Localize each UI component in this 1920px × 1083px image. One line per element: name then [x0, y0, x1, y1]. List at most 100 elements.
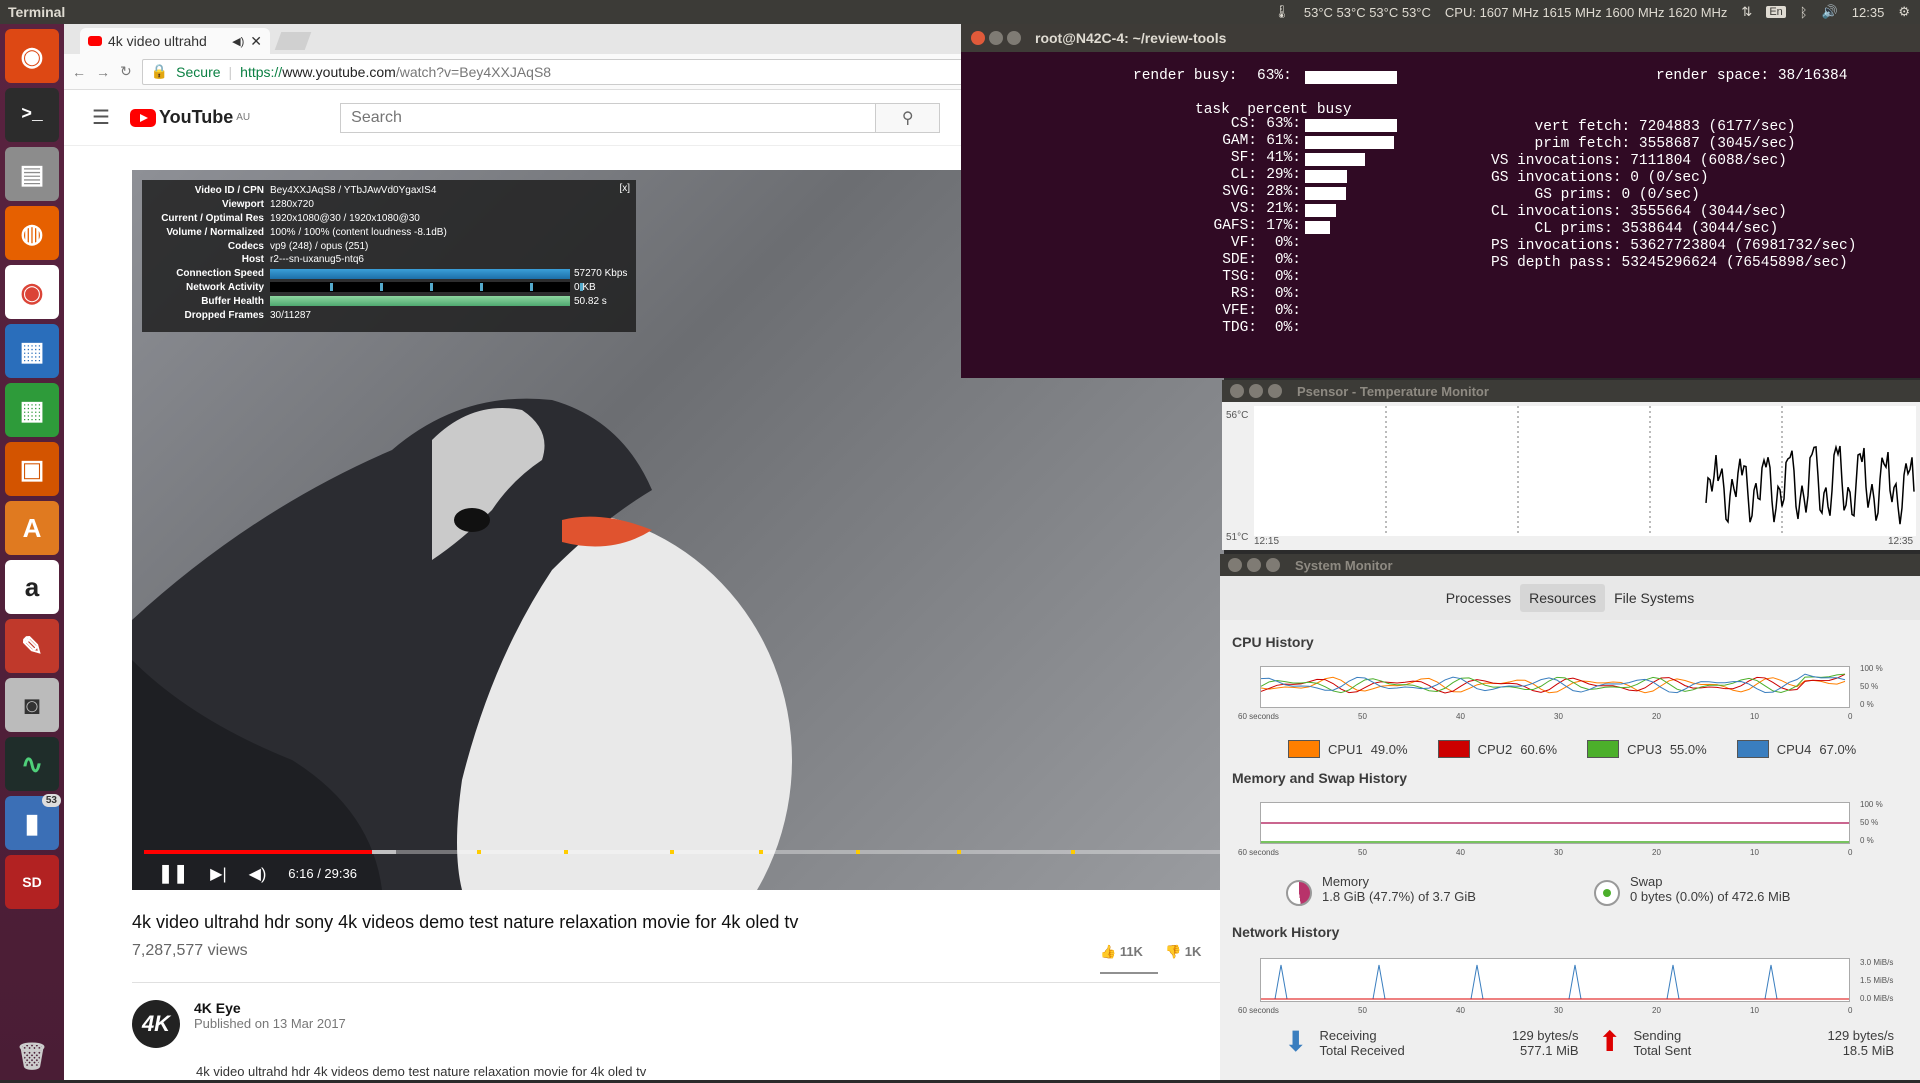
y-axis-label: 50 % — [1860, 818, 1879, 827]
stats-key: Video ID / CPN — [194, 185, 264, 197]
x-axis-label: 0 — [1848, 1006, 1853, 1015]
task-name: SVG: — [1222, 184, 1257, 200]
volume-icon[interactable]: ◀) — [249, 864, 267, 884]
progress-bar[interactable] — [144, 850, 1220, 854]
cpu-color-swatch[interactable] — [1288, 740, 1320, 758]
close-window-button[interactable] — [1230, 384, 1244, 398]
software-center-icon[interactable]: A — [5, 501, 59, 555]
tab-file-systems[interactable]: File Systems — [1605, 584, 1703, 612]
divider: | — [228, 63, 233, 80]
network-icon[interactable]: ⇅ — [1741, 4, 1752, 20]
minimize-window-button[interactable] — [989, 31, 1003, 45]
stats-row: Connection Speed 57270 Kbps — [148, 267, 630, 281]
system-monitor-window[interactable]: System Monitor Processes Resources File … — [1220, 554, 1920, 1080]
stats-value: 1920x1080@30 / 1920x1080@30 — [270, 212, 420, 224]
psensor-window[interactable]: Psensor - Temperature Monitor 56°C 51°C … — [1222, 380, 1920, 550]
task-name: RS: — [1230, 286, 1257, 302]
task-name: SF: — [1230, 150, 1257, 166]
files-icon[interactable]: ▤ — [5, 147, 59, 201]
settings-icon[interactable]: ✎ — [5, 619, 59, 673]
x-axis-label: 60 seconds — [1238, 712, 1279, 721]
close-icon[interactable]: ✕ — [250, 33, 262, 50]
y-axis-label: 50 % — [1860, 682, 1879, 691]
stats-key: Viewport — [221, 199, 264, 211]
task-busy-bar — [1305, 204, 1336, 217]
cpu-color-swatch[interactable] — [1437, 740, 1470, 758]
volume-icon[interactable]: 🔊 — [1822, 4, 1838, 20]
stats-for-nerds-panel: [x] Video ID / CPN Bey4XXJAqS8 / YTbJAwVd… — [142, 180, 636, 332]
bluetooth-icon[interactable]: ᛒ — [1800, 5, 1808, 20]
amazon-icon[interactable]: a — [5, 560, 59, 614]
stats-key: Connection Speed — [176, 268, 264, 280]
channel-name[interactable]: 4K Eye — [194, 1000, 346, 1016]
sending-legend: ⬆ Sending Total Sent — [1598, 1028, 1691, 1059]
receiving-rate: 129 bytes/s — [1512, 1028, 1579, 1043]
x-axis-label: 30 — [1554, 712, 1563, 721]
task-percent: 28%: — [1266, 184, 1301, 200]
x-axis-label: 40 — [1456, 1006, 1465, 1015]
chrome-icon[interactable]: ◉ — [5, 265, 59, 319]
search-input[interactable] — [341, 103, 876, 132]
close-window-button[interactable] — [971, 31, 985, 45]
psensor-icon[interactable]: ▮ 53 — [5, 794, 61, 850]
stats-row: Volume / Normalized 100% / 100% (content … — [148, 225, 630, 239]
tab-processes[interactable]: Processes — [1437, 584, 1520, 612]
minimize-window-button[interactable] — [1249, 384, 1263, 398]
search-icon: ⚲ — [901, 109, 914, 127]
pause-icon[interactable]: ❚❚ — [158, 863, 188, 884]
menu-icon[interactable]: ☰ — [92, 105, 110, 130]
search-button[interactable]: ⚲ — [875, 103, 940, 132]
y-axis-label: 3.0 MiB/s — [1860, 958, 1894, 967]
like-button[interactable]: 👍 11K — [1100, 944, 1143, 960]
avatar[interactable]: 4K — [132, 1000, 180, 1048]
trash-icon[interactable]: 🗑 — [5, 1029, 59, 1083]
dislike-button[interactable]: 👎 1K — [1165, 944, 1201, 960]
logo-region: AU — [236, 112, 251, 123]
maximize-window-button[interactable] — [1266, 558, 1280, 572]
camera-icon[interactable]: ◙ — [5, 678, 59, 732]
gear-icon[interactable]: ⚙ — [1898, 4, 1910, 20]
calc-icon[interactable]: ▦ — [5, 383, 59, 437]
clock[interactable]: 12:35 — [1852, 5, 1885, 20]
sysmon-tabs: Processes Resources File Systems — [1220, 576, 1920, 620]
maximize-window-button[interactable] — [1007, 31, 1021, 45]
minimize-window-button[interactable] — [1247, 558, 1261, 572]
stats-row: Host r2---sn-uxanug5-ntq6 — [148, 253, 630, 267]
ad-marker — [856, 850, 860, 854]
cpu-color-swatch[interactable] — [1587, 740, 1620, 758]
gpu-stat-line: CL invocations: 3555664 (3044/sec) — [1491, 204, 1787, 220]
forward-icon[interactable]: → — [96, 64, 110, 80]
cpu-color-swatch[interactable] — [1736, 740, 1769, 758]
youtube-logo[interactable]: YouTube AU — [129, 107, 251, 128]
keyboard-layout-indicator[interactable]: En — [1766, 6, 1786, 18]
tab-resources[interactable]: Resources — [1520, 584, 1606, 612]
sd-card-icon[interactable]: SD — [5, 855, 59, 909]
stats-value: 0 KB — [574, 281, 596, 293]
system-monitor-icon[interactable]: ∿ — [5, 737, 59, 791]
firefox-icon[interactable]: ◍ — [5, 206, 59, 260]
ad-marker — [564, 850, 568, 854]
x-axis-label: 0 — [1848, 848, 1853, 857]
cpu-legend-value: 60.6% — [1520, 741, 1558, 757]
ubuntu-icon[interactable]: ◉ — [5, 29, 59, 83]
maximize-window-button[interactable] — [1268, 384, 1282, 398]
stats-row: Dropped Frames 30/11287 — [148, 308, 630, 322]
thermometer-icon[interactable]: 🌡 — [1273, 4, 1290, 20]
task-percent: 17%: — [1266, 218, 1301, 234]
impress-icon[interactable]: ▣ — [5, 442, 59, 496]
next-icon[interactable]: ▶| — [210, 864, 226, 884]
close-window-button[interactable] — [1228, 558, 1242, 572]
writer-icon[interactable]: ▦ — [5, 324, 59, 378]
close-stats-button[interactable]: [x] — [619, 183, 630, 194]
task-percent: 0%: — [1274, 303, 1301, 319]
stats-key: Codecs — [227, 240, 264, 252]
reload-icon[interactable]: ↻ — [120, 63, 132, 80]
browser-tab[interactable]: 4k video ultrahd ◀) ✕ — [80, 28, 270, 54]
new-tab-button[interactable] — [274, 32, 312, 50]
audio-icon[interactable]: ◀) — [232, 35, 244, 48]
y-axis-label: 1.5 MiB/s — [1860, 976, 1894, 985]
terminal-window[interactable]: root@N42C-4: ~/review-tools render busy:… — [961, 24, 1920, 378]
terminal-icon[interactable]: >_ — [5, 88, 59, 142]
back-icon[interactable]: ← — [72, 64, 86, 80]
player-controls: ❚❚ ▶| ◀) 6:16 / 29:36 — [158, 863, 357, 884]
